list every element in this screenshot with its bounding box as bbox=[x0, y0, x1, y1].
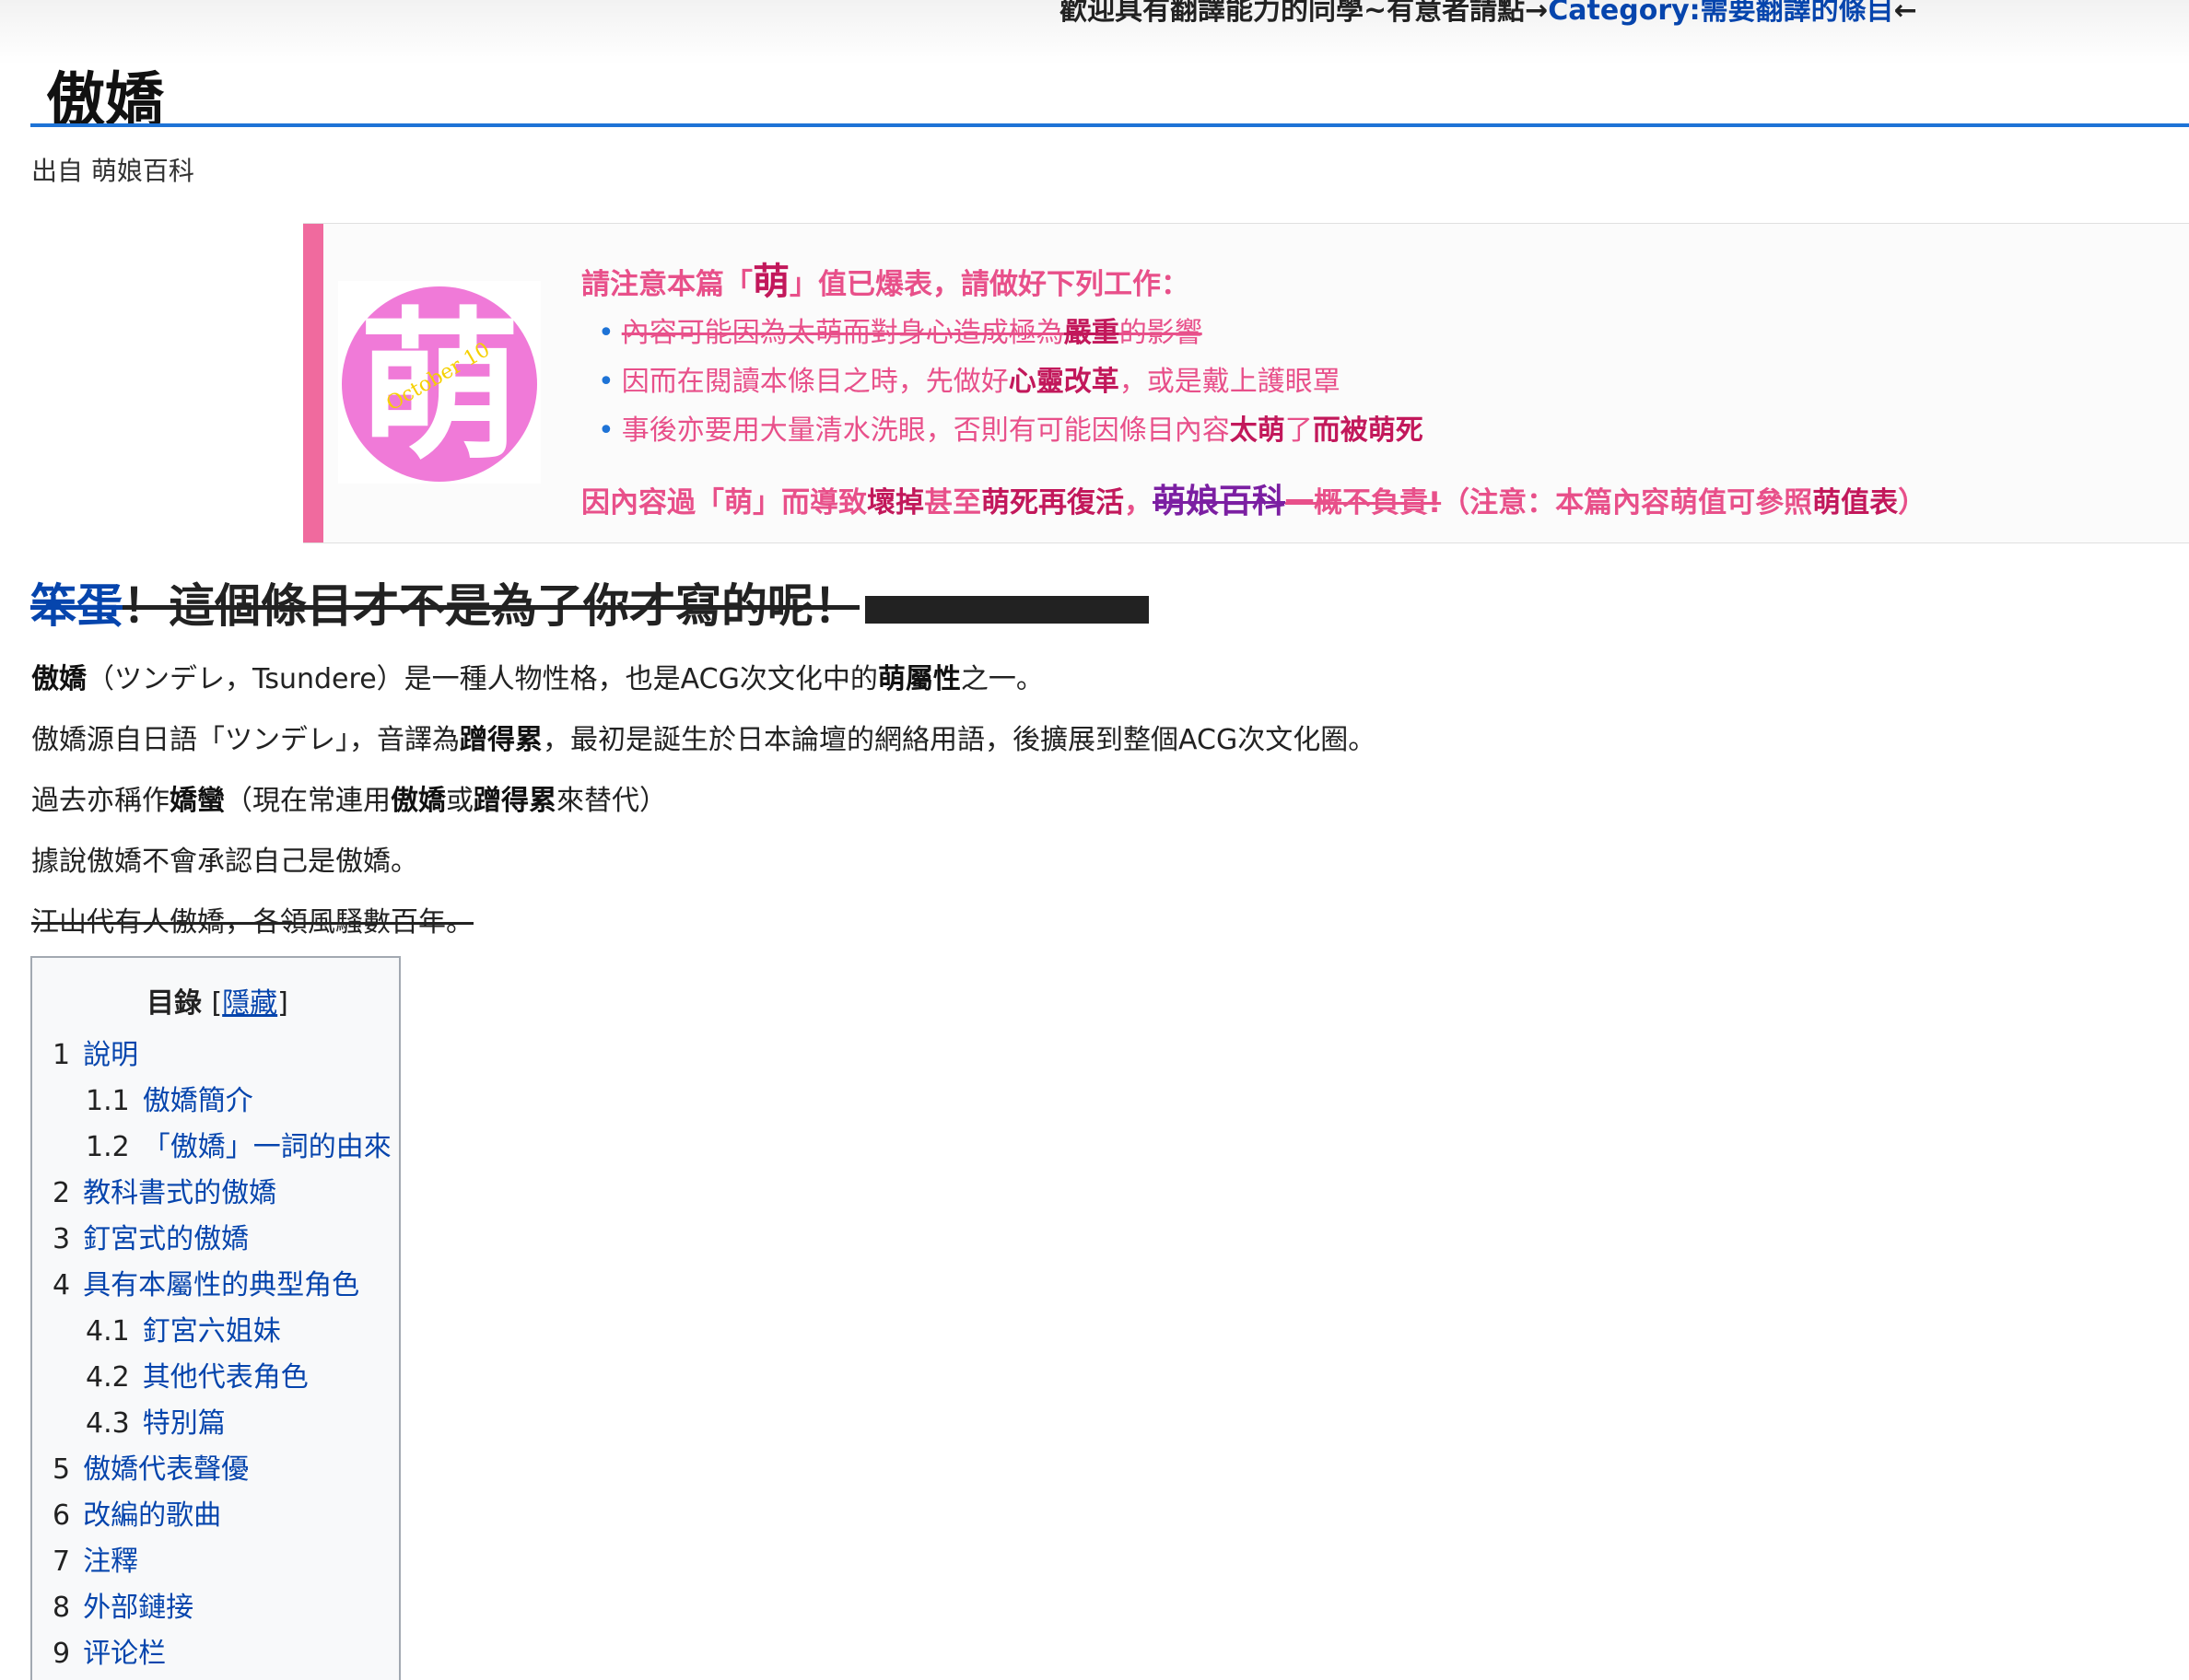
baka-link[interactable]: 笨蛋 bbox=[30, 579, 123, 633]
table-of-contents: 目錄 [隱藏] 1 說明 1.1 傲嬌簡介 1.2 「傲嬌」一詞的由來 2 教科書式的傲… bbox=[30, 956, 401, 1680]
intro-paragraph: 傲嬌（ツンデレ，Tsundere）是一種人物性格，也是ACG次文化中的萌屬性之一… bbox=[31, 663, 1044, 695]
toc-item[interactable]: 4 具有本屬性的典型角色 bbox=[53, 1262, 359, 1302]
toc-item[interactable]: 6 改編的歌曲 bbox=[53, 1492, 221, 1533]
toc-item[interactable]: 3 釘宮式的傲嬌 bbox=[53, 1216, 249, 1256]
redaction-bar bbox=[865, 595, 1149, 624]
translation-category-link[interactable]: Category:需要翻譯的條目 bbox=[1548, 0, 1893, 27]
toc-item[interactable]: 4.3 特別篇 bbox=[86, 1400, 226, 1441]
toc-item[interactable]: 1.1 傲嬌簡介 bbox=[86, 1078, 253, 1118]
strike-paragraph: 江山代有人傲嬌，各領風騷數百年。 bbox=[31, 906, 474, 939]
alias-paragraph: 過去亦稱作嬌蠻（現在常連用傲嬌或蹭得累來替代） bbox=[31, 785, 667, 817]
site-notice-banner: 歡迎具有翻譯能力的同學~有意者請點→Category:需要翻譯的條目← bbox=[0, 0, 2189, 64]
toc-item[interactable]: 7 注釋 bbox=[53, 1538, 138, 1579]
page: 歡迎具有翻譯能力的同學~有意者請點→Category:需要翻譯的條目← 傲嬌 出… bbox=[0, 0, 2189, 1680]
moegirl-link[interactable]: 萌娘百科 bbox=[1153, 483, 1285, 520]
site-notice-text: 歡迎具有翻譯能力的同學~有意者請點→Category:需要翻譯的條目← bbox=[1059, 0, 1917, 28]
notice-footer: 因內容過「萌」而導致壞掉甚至萌死再復活，萌娘百科一概不負責!（注意：本篇內容萌值… bbox=[581, 483, 1927, 520]
notice-accent-bar bbox=[303, 224, 323, 542]
moe-logo-icon: 萌 October 10 bbox=[338, 281, 541, 484]
toc-title: 目錄 [隱藏] bbox=[146, 987, 288, 1020]
toc-item[interactable]: 5 傲嬌代表聲優 bbox=[53, 1446, 249, 1487]
denial-paragraph: 據說傲嬌不會承認自己是傲嬌。 bbox=[31, 846, 418, 878]
notice-item: • 內容可能因為太萌而對身心造成極為嚴重的影響 bbox=[598, 317, 1202, 349]
toc-item[interactable]: 8 外部鏈接 bbox=[53, 1584, 193, 1625]
toc-item[interactable]: 1 說明 bbox=[53, 1032, 138, 1072]
moe-value-table-link[interactable]: 萌值表 bbox=[1812, 486, 1898, 519]
moe-warning-box: 萌 October 10 請注意本篇「萌」值已爆表，請做好下列工作： • 內容可能… bbox=[303, 223, 2189, 543]
strike-heading: 笨蛋！這個條目才不是為了你才寫的呢！ bbox=[30, 569, 1149, 636]
origin-paragraph: 傲嬌源自日語「ツンデレ」，音譯為蹭得累，最初是誕生於日本論壇的網絡用語，後擴展到… bbox=[31, 724, 1376, 756]
site-subtitle: 出自 萌娘百科 bbox=[31, 156, 194, 186]
notice-item: • 事後亦要用大量清水洗眼，否則有可能因條目內容太萌了而被萌死 bbox=[598, 414, 1423, 447]
toc-item[interactable]: 1.2 「傲嬌」一詞的由來 bbox=[86, 1124, 392, 1164]
toc-item[interactable]: 9 评论栏 bbox=[53, 1630, 166, 1671]
notice-heading: 請注意本篇「萌」值已爆表，請做好下列工作： bbox=[581, 261, 1189, 303]
toc-hide-toggle[interactable]: 隱藏 bbox=[222, 987, 277, 1020]
toc-item[interactable]: 2 教科書式的傲嬌 bbox=[53, 1170, 276, 1210]
toc-item[interactable]: 4.2 其他代表角色 bbox=[86, 1354, 309, 1394]
notice-list: • 內容可能因為太萌而對身心造成極為嚴重的影響 • 因而在閱讀本條目之時，先做好心靈… bbox=[598, 309, 1423, 455]
title-divider bbox=[30, 123, 2189, 127]
notice-item: • 因而在閱讀本條目之時，先做好心靈改革，或是戴上護眼罩 bbox=[598, 366, 1340, 398]
toc-item[interactable]: 4.1 釘宮六姐妹 bbox=[86, 1308, 281, 1348]
